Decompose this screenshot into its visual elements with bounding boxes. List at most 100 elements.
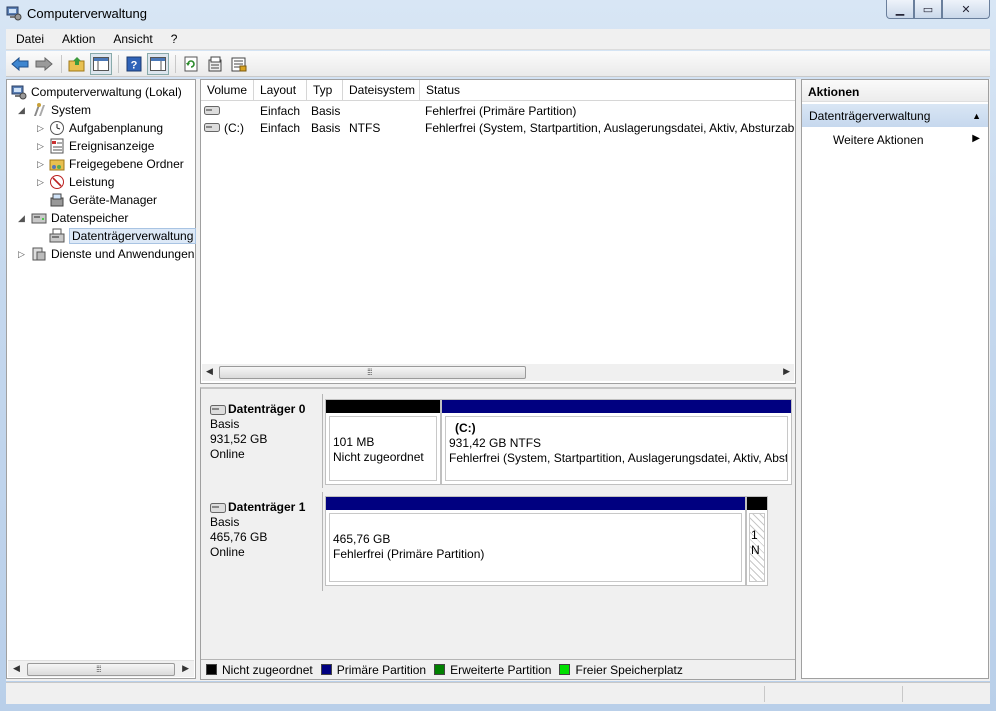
export-button[interactable] [228,53,250,75]
device-manager-icon [50,193,64,207]
properties-button[interactable] [204,53,226,75]
partition-info: (C:) 931,42 GB NTFS Fehlerfrei (System, … [445,416,788,481]
collapse-arrow-icon[interactable]: ◢ [17,214,26,223]
partition-primary[interactable]: 465,76 GB Fehlerfrei (Primäre Partition) [325,496,746,586]
status-bar [6,682,990,704]
actions-section-datentraegerverwaltung[interactable]: Datenträgerverwaltung ▲ [802,104,988,127]
show-tree-button[interactable] [90,52,112,75]
tree-item-label: Datenspeicher [51,211,129,225]
menu-ansicht[interactable]: Ansicht [104,32,161,46]
partition-info: 101 MB Nicht zugeordnet [329,416,437,481]
menu-help[interactable]: ? [162,32,187,46]
refresh-icon [184,56,198,71]
disk-icon [210,404,226,415]
toolbar-separator [61,54,62,73]
legend-swatch [559,664,571,675]
disk-size: 465,76 GB [210,530,268,544]
menu-aktion[interactable]: Aktion [53,32,104,46]
toolbar-separator [118,54,119,73]
status-separator [902,686,903,702]
partition-status: Fehlerfrei (System, Startpartition, Ausl… [449,451,788,465]
partition-size: 101 MB [333,435,375,449]
tree-item-label: Aufgabenplanung [69,121,164,135]
partition-size: 1 [751,528,758,542]
tree-item-root[interactable]: Computerverwaltung (Lokal) [11,83,182,101]
partition-label: Nicht zugeordnet [333,450,424,464]
column-header-volume[interactable]: Volume [201,80,254,100]
minimize-icon: ▁ [895,3,905,16]
expand-arrow-icon[interactable]: ▷ [36,142,45,151]
window-title: Computerverwaltung [27,6,147,21]
tree-item-system[interactable]: System [31,101,91,119]
help-button[interactable]: ? [123,53,145,75]
column-header-typ[interactable]: Typ [307,80,343,100]
legend-item: Nicht zugeordnet [206,663,313,677]
partition-size: 931,42 GB NTFS [449,436,542,450]
partition-small-unallocated[interactable]: 1 N [746,496,768,586]
close-icon: ✕ [961,3,971,16]
partition-status: Fehlerfrei (Primäre Partition) [333,547,485,561]
back-button[interactable] [9,53,31,75]
expand-arrow-icon[interactable]: ▷ [17,250,26,259]
cell-layout: Einfach [260,104,301,118]
disk-label[interactable]: Datenträger 0 Basis 931,52 GB Online [201,394,323,488]
partition-c[interactable]: (C:) 931,42 GB NTFS Fehlerfrei (System, … [441,399,792,485]
expand-arrow-icon[interactable]: ▷ [36,124,45,133]
tree-item-label: Leistung [69,175,115,189]
tree-item-dienste[interactable]: Dienste und Anwendungen [31,245,194,263]
scrollbar-thumb[interactable]: ⁞⁞⁞ [219,366,526,379]
close-button[interactable]: ✕ [942,0,990,19]
tree-item-label: Dienste und Anwendungen [51,247,195,261]
disk-management-icon [49,228,65,243]
refresh-button[interactable] [180,53,202,75]
tree-item-aufgabenplanung[interactable]: Aufgabenplanung [49,119,163,137]
table-row[interactable]: (C:) Einfach Basis NTFS Fehlerfrei (Syst… [201,119,795,136]
show-action-pane-button[interactable] [147,52,169,75]
action-label: Weitere Aktionen [833,133,924,147]
toolbar: ? [6,51,990,77]
maximize-button[interactable]: ▭ [914,0,942,19]
expand-arrow-icon[interactable]: ▷ [36,178,45,187]
tree-item-datenspeicher[interactable]: Datenspeicher [31,209,128,227]
minimize-button[interactable]: ▁ [886,0,914,19]
up-button[interactable] [66,53,88,75]
show-tree-icon [93,56,109,71]
partition-unallocated[interactable]: 101 MB Nicht zugeordnet [325,399,441,485]
up-folder-icon [68,56,85,71]
tree-item-datentraegerverwaltung[interactable]: Datenträgerverwaltung [49,227,197,245]
legend-item: Erweiterte Partition [434,663,551,677]
legend-label: Primäre Partition [336,662,427,677]
column-header-layout[interactable]: Layout [254,80,307,100]
tree-item-freigegebene-ordner[interactable]: Freigegebene Ordner [49,155,184,173]
menu-datei[interactable]: Datei [6,32,53,46]
disk-name: Datenträger 0 [228,402,306,416]
column-header-dateisystem[interactable]: Dateisystem [343,80,420,100]
title-bar: Computerverwaltung ▁ ▭ ✕ [0,0,996,28]
tree-item-label: Geräte-Manager [69,193,158,207]
storage-icon [31,213,47,224]
actions-header: Aktionen [802,80,988,102]
scroll-left-icon[interactable]: ◀ [206,366,213,377]
table-row[interactable]: Einfach Basis Fehlerfrei (Primäre Partit… [201,102,795,119]
column-header-status[interactable]: Status [420,80,795,100]
grip-icon: ⁞⁞⁞ [367,367,372,377]
disk-type: Basis [210,515,240,529]
weitere-aktionen-item[interactable]: Weitere Aktionen ▶ [802,127,988,151]
disk-graph-pane: Datenträger 0 Basis 931,52 GB Online 101… [200,387,796,680]
disk-label[interactable]: Datenträger 1 Basis 465,76 GB Online [201,492,323,591]
list-horizontal-scrollbar[interactable]: ◀ ⁞⁞⁞ ▶ [202,364,794,381]
tree-item-leistung[interactable]: Leistung [49,173,114,191]
tree-item-geraete-manager[interactable]: Geräte-Manager [49,191,157,209]
expand-arrow-icon[interactable]: ▷ [36,160,45,169]
scroll-right-icon[interactable]: ▶ [182,663,189,674]
tree-item-ereignisanzeige[interactable]: Ereignisanzeige [49,137,154,155]
scroll-left-icon[interactable]: ◀ [13,663,20,674]
scrollbar-thumb[interactable]: ⁞⁞⁞ [27,663,175,676]
collapse-arrow-icon[interactable]: ◢ [17,106,26,115]
drive-icon [204,106,220,115]
forward-button[interactable] [33,53,55,75]
scroll-right-icon[interactable]: ▶ [783,366,790,377]
disk-name: Datenträger 1 [228,500,306,514]
tree-horizontal-scrollbar[interactable]: ◀ ⁞⁞⁞ ▶ [8,660,194,677]
event-viewer-icon [50,138,64,154]
